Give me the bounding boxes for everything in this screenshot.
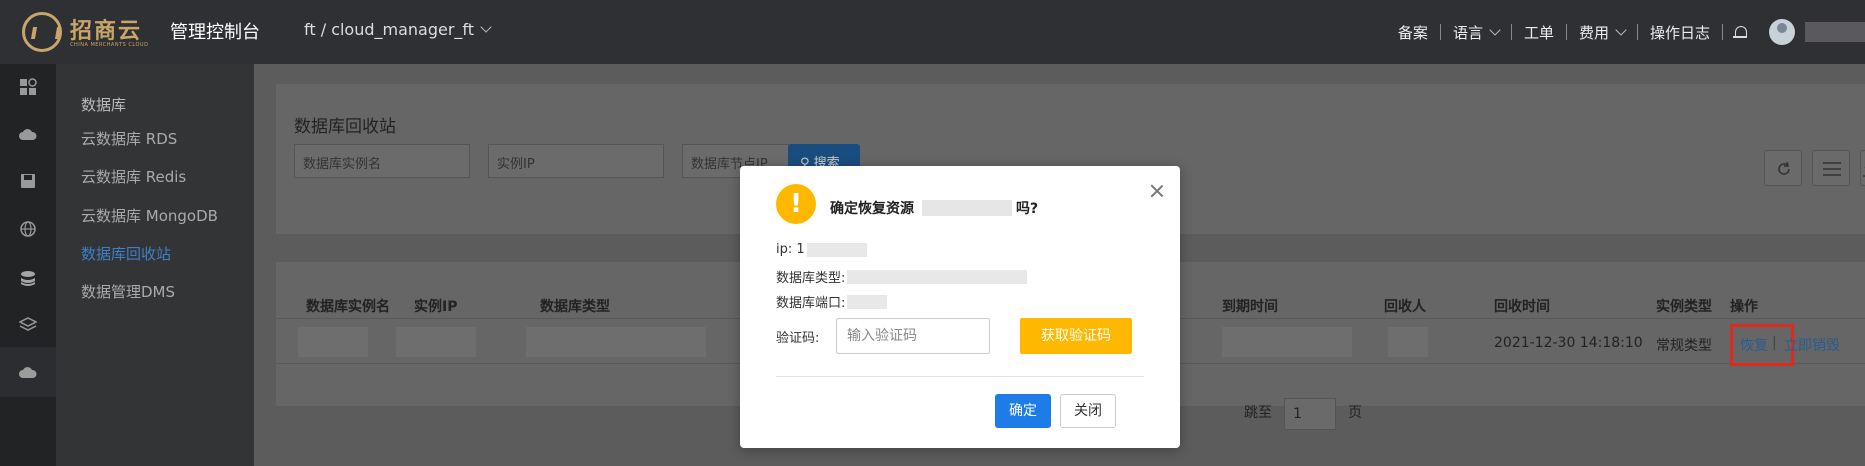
dialog-divider — [776, 376, 1144, 377]
col-instance-ip: 实例IP — [414, 299, 458, 315]
sidebar-item-redis[interactable]: 云数据库 Redis — [81, 166, 186, 187]
cloud-settings-icon[interactable] — [19, 364, 37, 382]
redacted-cell — [1388, 327, 1428, 357]
instance-name-input[interactable]: 数据库实例名 — [294, 144, 470, 178]
chevron-down-icon — [1489, 23, 1501, 36]
download-button[interactable] — [1860, 150, 1865, 186]
captcha-label: 验证码: — [776, 331, 820, 346]
dialog-title: 确定恢复资源 吗? — [830, 198, 1038, 218]
nav-ticket[interactable]: 工单 — [1512, 22, 1566, 43]
top-bar: 招商云 CHINA MERCHANTS CLOUD 管理控制台 ft / clo… — [0, 0, 1865, 64]
nav-language-label: 语言 — [1452, 23, 1483, 42]
logo-mark-icon — [22, 12, 62, 52]
sidebar-item-recycle-bin[interactable]: 数据库回收站 — [81, 243, 171, 264]
logo[interactable]: 招商云 CHINA MERCHANTS CLOUD — [22, 10, 162, 54]
captcha-input[interactable] — [836, 318, 990, 354]
project-selector[interactable]: ft / cloud_manager_ft — [304, 20, 492, 39]
restore-confirm-dialog: ! 确定恢复资源 吗? ip: 1 数据库类型: 数据库端口: 验证码: 获取验… — [740, 166, 1180, 448]
top-nav: 备案 语言 工单 费用 操作日志 — [1386, 0, 1865, 64]
dialog-title-prefix: 确定恢复资源 — [830, 201, 914, 217]
avatar[interactable] — [1769, 19, 1795, 45]
col-instance-name: 数据库实例名 — [306, 299, 390, 315]
port-label: 数据库端口: — [776, 296, 846, 311]
sidebar-item-rds[interactable]: 云数据库 RDS — [81, 128, 177, 149]
username-redacted[interactable] — [1805, 22, 1865, 42]
warning-icon: ! — [776, 184, 816, 224]
console-title[interactable]: 管理控制台 — [170, 18, 260, 44]
close-icon[interactable] — [1150, 184, 1164, 198]
col-expire-time: 到期时间 — [1222, 299, 1278, 315]
refresh-button[interactable] — [1764, 150, 1802, 186]
ip-row: ip: 1 — [776, 242, 867, 257]
col-db-type[interactable]: 数据库类型 — [540, 296, 610, 316]
redacted-cell — [1222, 327, 1352, 357]
col-recycler[interactable]: 回收人 — [1384, 296, 1426, 316]
refresh-icon — [1778, 161, 1790, 175]
sidebar: 数据库 云数据库 RDS 云数据库 Redis 云数据库 MongoDB 数据库… — [56, 64, 254, 466]
dashboard-icon[interactable] — [19, 78, 37, 96]
pager-unit: 页 — [1348, 405, 1362, 421]
action-divider: | — [1772, 335, 1777, 351]
database-icon[interactable] — [19, 270, 37, 288]
nav-billing[interactable]: 费用 — [1567, 22, 1637, 43]
bell-icon[interactable] — [1733, 25, 1747, 39]
get-captcha-button[interactable]: 获取验证码 — [1020, 318, 1132, 354]
recycle-time-value: 2021-12-30 14:18:10 — [1494, 335, 1643, 351]
nav-filing-label: 备案 — [1397, 23, 1428, 42]
cloud-icon[interactable] — [19, 126, 37, 144]
logo-text: 招商云 — [70, 18, 143, 44]
redacted-cell — [396, 327, 476, 357]
chevron-down-icon — [480, 21, 492, 33]
redacted-db-type — [847, 269, 1028, 284]
nav-language[interactable]: 语言 — [1441, 22, 1511, 43]
nav-divider — [1722, 24, 1723, 40]
close-button[interactable]: 关闭 — [1060, 394, 1116, 428]
instance-ip-input[interactable]: 实例IP — [488, 144, 664, 178]
col-instance-type: 实例类型 — [1656, 299, 1712, 315]
nav-billing-label: 费用 — [1578, 23, 1609, 42]
db-type-label: 数据库类型: — [776, 271, 846, 286]
destroy-link[interactable]: 立即销毁 — [1784, 335, 1840, 355]
nav-ticket-label: 工单 — [1523, 23, 1554, 42]
icon-rail — [0, 64, 56, 466]
logo-subtext: CHINA MERCHANTS CLOUD — [70, 42, 149, 48]
redacted-resource-name — [922, 200, 1012, 216]
db-type-row: 数据库类型: — [776, 267, 1028, 286]
redacted-cell — [298, 327, 368, 357]
sidebar-item-dms[interactable]: 数据管理DMS — [81, 281, 175, 302]
redacted-cell — [526, 327, 706, 357]
port-row: 数据库端口: — [776, 292, 888, 311]
dialog-title-suffix: 吗? — [1016, 201, 1039, 217]
col-actions: 操作 — [1730, 299, 1758, 315]
columns-button[interactable] — [1812, 150, 1850, 186]
redacted-port — [847, 294, 888, 309]
confirm-button[interactable]: 确定 — [995, 394, 1051, 428]
ip-label: ip: 1 — [776, 242, 805, 257]
globe-icon[interactable] — [19, 220, 37, 238]
project-name: ft / cloud_manager_ft — [304, 20, 475, 39]
instance-type-value: 常规类型 — [1656, 338, 1712, 354]
nav-oplog[interactable]: 操作日志 — [1638, 22, 1722, 43]
layers-icon[interactable] — [19, 316, 37, 334]
restore-link[interactable]: 恢复 — [1740, 335, 1768, 355]
pager-jump-label: 跳至 — [1244, 405, 1272, 421]
save-icon[interactable] — [19, 172, 37, 190]
page-title: 数据库回收站 — [294, 117, 396, 137]
sidebar-item-mongodb[interactable]: 云数据库 MongoDB — [81, 205, 218, 226]
chevron-down-icon — [1615, 23, 1627, 36]
col-recycle-time: 回收时间 — [1494, 299, 1550, 315]
nav-filing[interactable]: 备案 — [1386, 22, 1440, 43]
pager-input[interactable]: 1 — [1284, 398, 1336, 430]
redacted-ip — [806, 242, 867, 257]
sidebar-title: 数据库 — [81, 96, 127, 114]
list-icon — [1823, 162, 1841, 176]
nav-oplog-label: 操作日志 — [1649, 23, 1710, 42]
